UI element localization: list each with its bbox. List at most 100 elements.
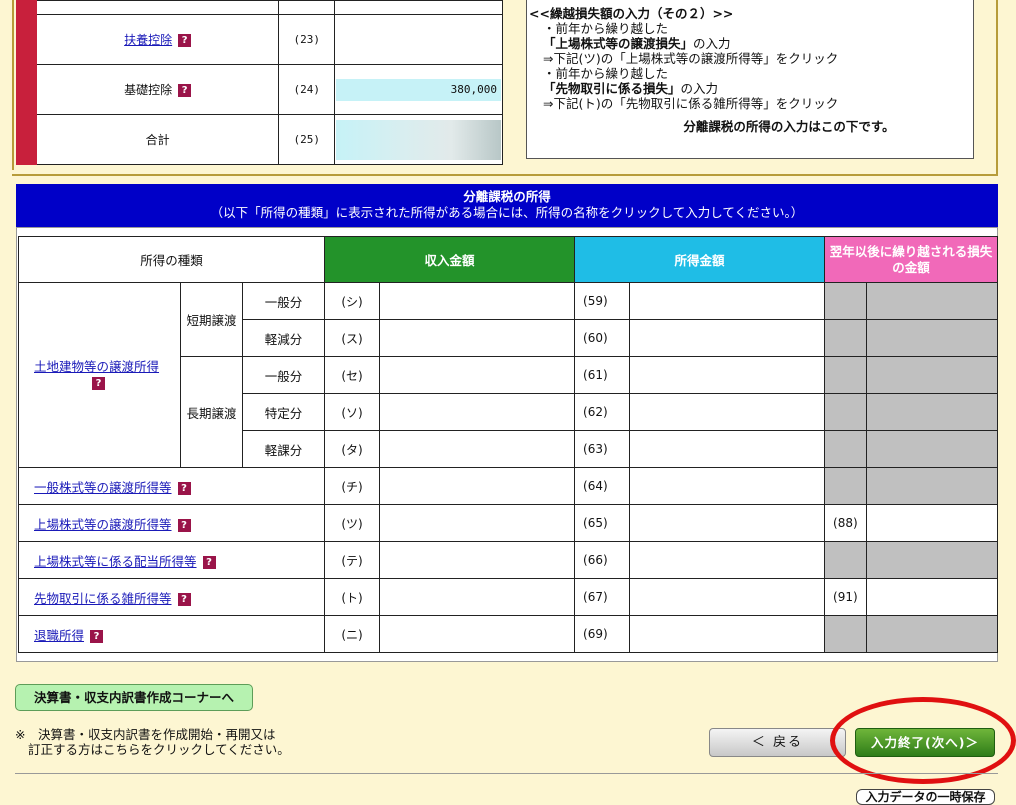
info-line: ・前年から繰り越した	[543, 66, 669, 81]
listed-stock-link[interactable]: 上場株式等の譲渡所得等	[34, 517, 172, 532]
row-number: (66)	[574, 541, 631, 579]
financial-statement-corner-button[interactable]: 決算書・収支内訳書作成コーナーへ	[15, 684, 253, 711]
carryover-disabled	[824, 319, 868, 357]
land-building-link[interactable]: 土地建物等の譲渡所得	[34, 359, 159, 374]
row-number: (63)	[574, 430, 631, 468]
row-number: (64)	[574, 467, 631, 505]
info-line: ⇒下記(ツ)の「上場株式等の譲渡所得等」をクリック	[543, 51, 839, 66]
info-footer: 分離課税の所得の入力はこの下です。	[683, 119, 895, 134]
carryover-disabled	[866, 393, 999, 431]
deduction-row-partial	[16, 0, 503, 15]
carryover-disabled	[866, 467, 999, 505]
income-type-cell: 上場株式等に係る配当所得等?	[18, 541, 325, 579]
deduction-value	[334, 14, 503, 65]
income-amount	[629, 467, 826, 505]
table-row: 一般株式等の譲渡所得等? (チ) (64)	[18, 467, 999, 505]
land-building-cell: 土地建物等の譲渡所得 ?	[18, 282, 181, 468]
help-icon[interactable]: ?	[178, 84, 192, 97]
finish-input-next-button[interactable]: 入力終了(次へ)＞	[855, 728, 995, 757]
table-row: 先物取引に係る雑所得等? (ト) (67) (91)	[18, 578, 999, 616]
row-code: (ト)	[324, 578, 380, 616]
revenue-amount	[378, 578, 576, 616]
header-revenue: 収入金額	[323, 236, 576, 283]
row-number: (62)	[574, 393, 631, 431]
help-icon[interactable]: ?	[90, 629, 104, 643]
row-code: (セ)	[324, 356, 380, 394]
info-bold: 「上場株式等の譲渡損失」	[543, 36, 694, 51]
help-icon[interactable]: ?	[202, 555, 216, 569]
row-code: (ニ)	[324, 615, 380, 653]
income-amount	[629, 430, 826, 468]
deduction-number: (25)	[278, 114, 336, 165]
row-code: (ツ)	[324, 504, 380, 542]
accent-bar	[16, 64, 37, 115]
revenue-amount	[378, 356, 576, 394]
separate-tax-section-header: 分離課税の所得 （以下「所得の種類」に表示された所得がある場合には、所得の名称を…	[16, 184, 998, 227]
row-number: (65)	[574, 504, 631, 542]
help-icon[interactable]: ?	[177, 592, 191, 606]
deduction-number: (24)	[278, 64, 336, 115]
income-amount	[629, 393, 826, 431]
revenue-amount	[378, 319, 576, 357]
info-line: 「上場株式等の譲渡損失」の入力	[531, 36, 967, 51]
frame-left-border	[12, 0, 14, 170]
temporary-save-button[interactable]: 入力データの一時保存	[856, 789, 995, 805]
futures-link[interactable]: 先物取引に係る雑所得等	[34, 591, 172, 606]
carryover-disabled	[824, 282, 868, 320]
separate-income-table: 所得の種類 収入金額 所得金額 翌年以後に繰り越される損失の金額 土地建物等の譲…	[18, 236, 999, 653]
carryover-number: (88)	[824, 504, 868, 542]
info-bold: 「先物取引に係る損失」	[543, 81, 681, 96]
table-row: 土地建物等の譲渡所得 ? 短期譲渡 一般分 (シ) (59)	[18, 282, 999, 468]
deduction-row-dependent: 扶養控除? (23)	[16, 14, 503, 65]
note-line: 訂正する方はこちらをクリックしてください。	[28, 742, 290, 757]
short-term-label: 短期譲渡	[180, 282, 243, 357]
accent-bar	[16, 0, 37, 15]
deduction-value: 380,000	[334, 64, 503, 115]
revenue-amount	[378, 467, 576, 505]
long-term-label: 長期譲渡	[180, 356, 243, 468]
info-line: ⇒下記(ト)の「先物取引に係る雑所得等」をクリック	[543, 96, 839, 111]
deduction-row-total: 合計 (25)	[16, 114, 503, 165]
header-carryover: 翌年以後に繰り越される損失の金額	[824, 236, 999, 283]
dependent-deduction-link[interactable]: 扶養控除	[124, 33, 172, 47]
carryover-disabled	[866, 615, 999, 653]
carryover-disabled	[866, 356, 999, 394]
total-label: 合計	[35, 114, 280, 165]
frame-right-border	[996, 0, 998, 175]
divider	[15, 773, 998, 774]
sub-type-label: 軽課分	[242, 430, 325, 468]
help-icon[interactable]: ?	[92, 377, 105, 390]
help-icon[interactable]: ?	[177, 518, 191, 532]
carryover-disabled	[866, 430, 999, 468]
info-line: 「先物取引に係る損失」の入力	[531, 81, 967, 96]
accent-bar	[16, 14, 37, 65]
carryover-disabled	[824, 356, 868, 394]
row-number: (59)	[574, 282, 631, 320]
deduction-table: 扶養控除? (23) 基礎控除? (24) 380,000 合計 (25)	[16, 0, 503, 165]
income-type-cell: 退職所得?	[18, 615, 325, 653]
info-rest: の入力	[680, 81, 719, 96]
deduction-label: 扶養控除?	[35, 14, 280, 65]
revenue-amount	[378, 393, 576, 431]
row-code: (タ)	[324, 430, 380, 468]
carryover-amount	[866, 578, 999, 616]
income-amount	[629, 319, 826, 357]
help-icon[interactable]: ?	[178, 34, 192, 47]
back-button[interactable]: ＜ 戻る	[709, 728, 846, 757]
income-table-panel: 所得の種類 収入金額 所得金額 翌年以後に繰り越される損失の金額 土地建物等の譲…	[16, 227, 999, 662]
retirement-link[interactable]: 退職所得	[34, 628, 84, 643]
row-number: (61)	[574, 356, 631, 394]
row-number: (67)	[574, 578, 631, 616]
general-stock-link[interactable]: 一般株式等の譲渡所得等	[34, 480, 172, 495]
carryover-disabled	[824, 467, 868, 505]
income-type-cell: 一般株式等の譲渡所得等?	[18, 467, 325, 505]
row-code: (シ)	[324, 282, 380, 320]
corner-note: ※ 決算書・収支内訳書を作成開始・再開又は 訂正する方はこちらをクリックしてくだ…	[15, 727, 290, 757]
revenue-amount	[378, 615, 576, 653]
help-icon[interactable]: ?	[177, 481, 191, 495]
header-income-type: 所得の種類	[18, 236, 325, 283]
income-type-cell: 上場株式等の譲渡所得等?	[18, 504, 325, 542]
table-row: 上場株式等の譲渡所得等? (ツ) (65) (88)	[18, 504, 999, 542]
income-amount	[629, 504, 826, 542]
listed-dividend-link[interactable]: 上場株式等に係る配当所得等	[34, 554, 197, 569]
